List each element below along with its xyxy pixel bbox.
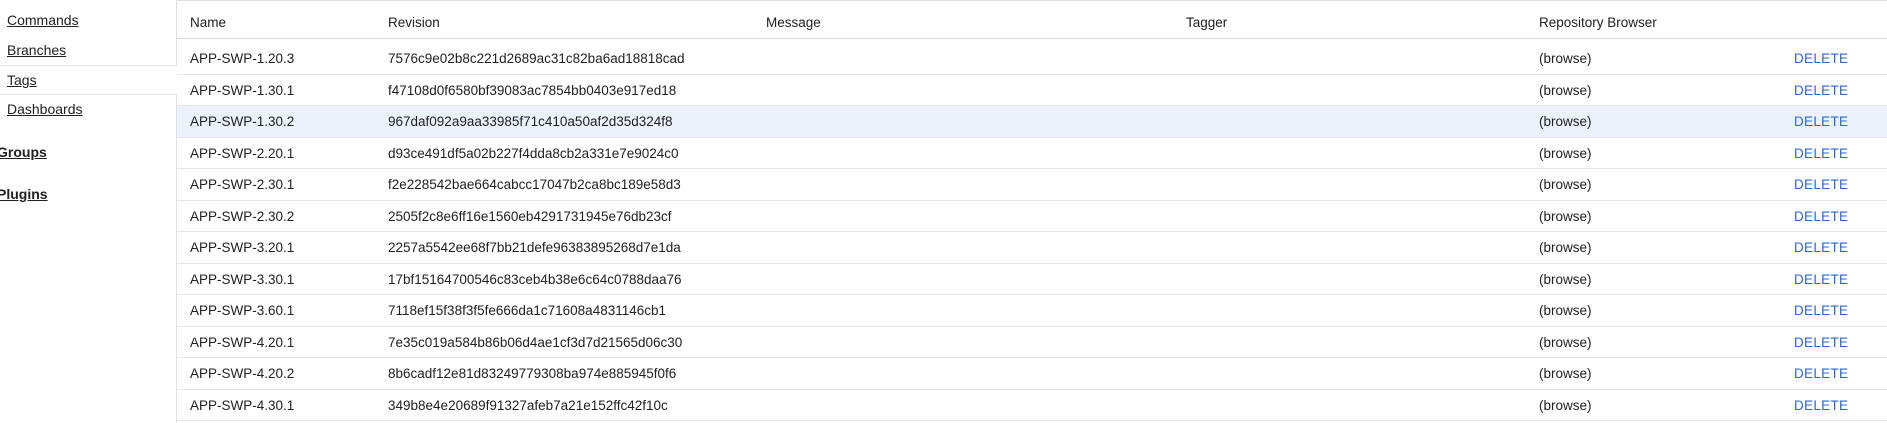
column-header-name: Name bbox=[190, 15, 227, 30]
tag-name: APP-SWP-3.60.1 bbox=[190, 303, 295, 318]
table-row: APP-SWP-2.30.2 2505f2c8e6ff16e1560eb42917… bbox=[177, 201, 1887, 232]
column-header-revision: Revision bbox=[388, 15, 440, 30]
tag-name: APP-SWP-4.20.2 bbox=[190, 366, 295, 381]
tags-content: Name Revision Message Tagger Repository … bbox=[177, 0, 1887, 423]
delete-button[interactable]: DELETE bbox=[1794, 201, 1874, 232]
tag-revision: 349b8e4e20689f91327afeb7a21e152ffc42f10c bbox=[388, 397, 668, 413]
delete-button[interactable]: DELETE bbox=[1794, 106, 1874, 137]
tag-revision: 2505f2c8e6ff16e1560eb4291731945e76db23cf bbox=[388, 208, 672, 224]
browse-link[interactable]: (browse) bbox=[1539, 201, 1739, 232]
table-row: APP-SWP-3.20.1 2257a5542ee68f7bb21defe963… bbox=[177, 232, 1887, 264]
tag-name: APP-SWP-1.30.1 bbox=[190, 82, 295, 98]
delete-button[interactable]: DELETE bbox=[1794, 295, 1874, 326]
tag-name: APP-SWP-2.20.1 bbox=[190, 145, 295, 161]
table-row: APP-SWP-4.20.2 8b6cadf12e81d83249779308ba… bbox=[177, 358, 1887, 390]
delete-button[interactable]: DELETE bbox=[1794, 43, 1874, 74]
tag-revision: 17bf15164700546c83ceb4b38e6c64c0788daa76 bbox=[388, 271, 682, 287]
delete-button[interactable]: DELETE bbox=[1794, 75, 1874, 106]
table-row: APP-SWP-1.30.1 f47108d0f6580bf39083ac7854… bbox=[177, 75, 1887, 106]
browse-link[interactable]: (browse) bbox=[1539, 358, 1739, 389]
column-header-repository-browser: Repository Browser bbox=[1539, 15, 1657, 30]
browse-link[interactable]: (browse) bbox=[1539, 43, 1739, 74]
tag-revision: f2e228542bae664cabcc17047b2ca8bc189e58d3 bbox=[388, 177, 681, 192]
tag-name: APP-SWP-4.30.1 bbox=[190, 397, 295, 413]
browse-link[interactable]: (browse) bbox=[1539, 75, 1739, 106]
column-header-tagger: Tagger bbox=[1186, 15, 1228, 30]
tag-revision: 8b6cadf12e81d83249779308ba974e885945f0f6 bbox=[388, 366, 677, 381]
delete-button[interactable]: DELETE bbox=[1794, 138, 1874, 169]
tag-revision: f47108d0f6580bf39083ac7854bb0403e917ed18 bbox=[388, 82, 677, 98]
table-row: APP-SWP-1.20.3 7576c9e02b8c221d2689ac31c8… bbox=[177, 43, 1887, 75]
table-row: APP-SWP-4.20.1 7e35c019a584b86b06d4ae1cf3… bbox=[177, 327, 1887, 358]
browse-link[interactable]: (browse) bbox=[1539, 390, 1739, 421]
delete-button[interactable]: DELETE bbox=[1794, 327, 1874, 358]
sidebar-item-tags[interactable]: Tags bbox=[7, 72, 37, 88]
tag-revision: 2257a5542ee68f7bb21defe96383895268d7e1da bbox=[388, 240, 681, 255]
browse-link[interactable]: (browse) bbox=[1539, 106, 1739, 137]
sidebar-section-groups[interactable]: Groups bbox=[0, 144, 47, 160]
delete-button[interactable]: DELETE bbox=[1794, 232, 1874, 263]
table-row: APP-SWP-3.30.1 17bf15164700546c83ceb4b38e… bbox=[177, 264, 1887, 295]
tag-name: APP-SWP-2.30.2 bbox=[190, 208, 295, 224]
tag-revision: 7576c9e02b8c221d2689ac31c82ba6ad18818cad bbox=[388, 51, 685, 66]
sidebar-item-commands[interactable]: Commands bbox=[7, 12, 79, 28]
sidebar-nav: Commands Branches Tags Dashboards Groups… bbox=[0, 0, 177, 423]
browse-link[interactable]: (browse) bbox=[1539, 264, 1739, 295]
delete-button[interactable]: DELETE bbox=[1794, 358, 1874, 389]
table-row: APP-SWP-3.60.1 7118ef15f38f3f5fe666da1c71… bbox=[177, 295, 1887, 327]
browse-link[interactable]: (browse) bbox=[1539, 327, 1739, 358]
tag-name: APP-SWP-2.30.1 bbox=[190, 177, 295, 192]
column-header-message: Message bbox=[766, 15, 821, 30]
tags-table: Name Revision Message Tagger Repository … bbox=[177, 0, 1887, 423]
delete-button[interactable]: DELETE bbox=[1794, 390, 1874, 421]
tag-name: APP-SWP-3.20.1 bbox=[190, 240, 295, 255]
table-row: APP-SWP-1.30.2 967daf092a9aa33985f71c410a… bbox=[177, 106, 1887, 138]
delete-button[interactable]: DELETE bbox=[1794, 169, 1874, 200]
tag-name: APP-SWP-4.20.1 bbox=[190, 334, 295, 350]
tag-revision: d93ce491df5a02b227f4dda8cb2a331e7e9024c0 bbox=[388, 145, 679, 161]
browse-link[interactable]: (browse) bbox=[1539, 169, 1739, 200]
tag-revision: 967daf092a9aa33985f71c410a50af2d35d324f8 bbox=[388, 114, 673, 129]
tag-revision: 7e35c019a584b86b06d4ae1cf3d7d21565d06c30 bbox=[388, 334, 683, 350]
tag-name: APP-SWP-1.30.2 bbox=[190, 114, 295, 129]
tag-revision: 7118ef15f38f3f5fe666da1c71608a4831146cb1 bbox=[388, 303, 667, 318]
sidebar-item-dashboards[interactable]: Dashboards bbox=[7, 101, 83, 117]
browse-link[interactable]: (browse) bbox=[1539, 232, 1739, 263]
table-row: APP-SWP-4.30.1 349b8e4e20689f91327afeb7a2… bbox=[177, 390, 1887, 421]
table-row: APP-SWP-2.20.1 d93ce491df5a02b227f4dda8cb… bbox=[177, 138, 1887, 169]
sidebar-item-branches[interactable]: Branches bbox=[7, 42, 66, 58]
browse-link[interactable]: (browse) bbox=[1539, 138, 1739, 169]
tag-name: APP-SWP-3.30.1 bbox=[190, 271, 295, 287]
table-header-row: Name Revision Message Tagger Repository … bbox=[177, 7, 1887, 39]
table-row: APP-SWP-2.30.1 f2e228542bae664cabcc17047b… bbox=[177, 169, 1887, 201]
tag-name: APP-SWP-1.20.3 bbox=[190, 51, 295, 66]
browse-link[interactable]: (browse) bbox=[1539, 295, 1739, 326]
delete-button[interactable]: DELETE bbox=[1794, 264, 1874, 295]
sidebar-section-plugins[interactable]: Plugins bbox=[0, 186, 48, 202]
